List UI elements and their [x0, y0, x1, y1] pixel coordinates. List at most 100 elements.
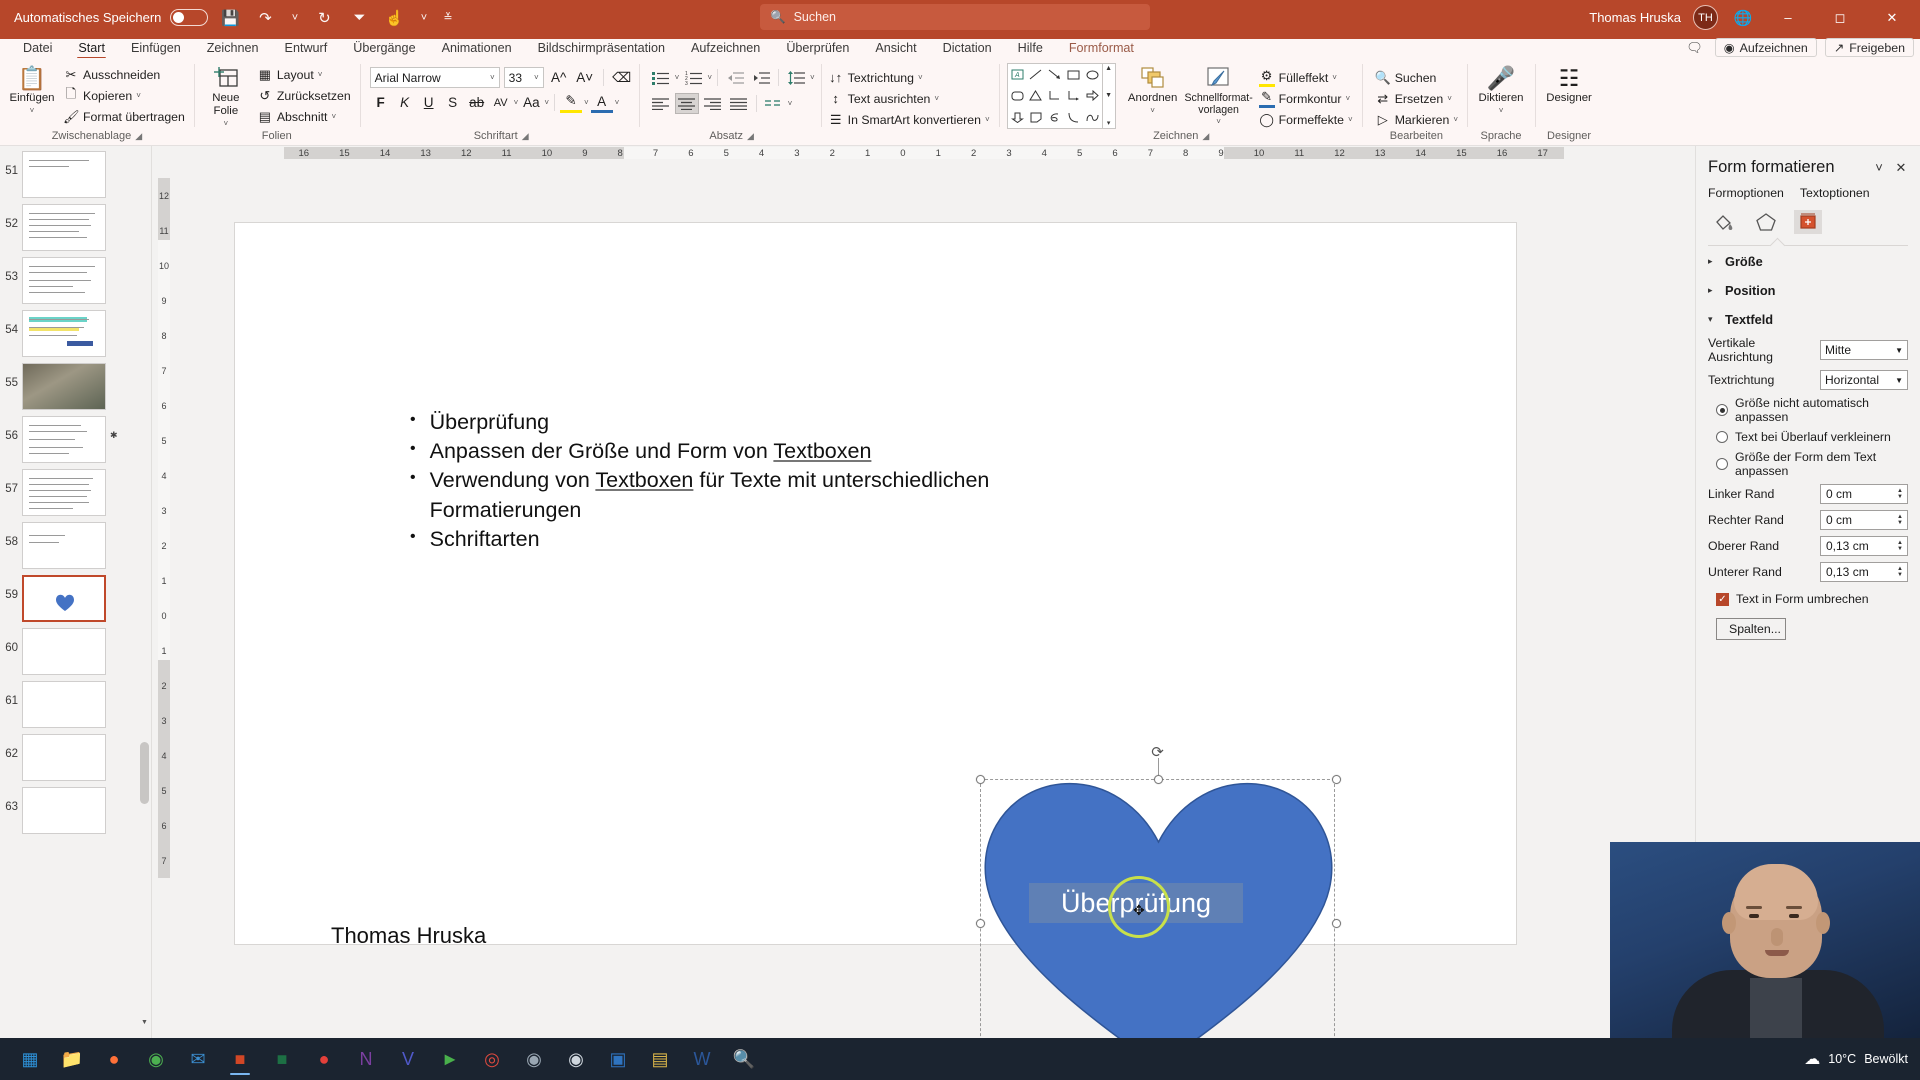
word-icon[interactable]: W	[684, 1042, 720, 1076]
weather-widget[interactable]: ☁ 10°C Bewölkt	[1804, 1049, 1908, 1069]
gallery-more-icon[interactable]: ▾	[1107, 119, 1111, 127]
touch-dropdown-icon[interactable]: ˅	[416, 6, 431, 30]
pane-section-textfeld[interactable]: ▾ Textfeld	[1696, 304, 1920, 333]
character-spacing-button[interactable]: AV	[490, 92, 512, 113]
text-direction-chevron-icon[interactable]: ˅	[918, 73, 923, 82]
shape-oval-icon[interactable]	[1083, 64, 1102, 85]
autosave-toggle[interactable]	[170, 9, 209, 26]
slide-thumbnail-pane[interactable]: 51 52 53 54 55 56 ✱ 57 58 59 60 61 62 63 ▼	[0, 146, 152, 1054]
paragraph-dialog-launcher-icon[interactable]: ◢	[747, 131, 754, 141]
pane-section-groesse[interactable]: ▸ Größe	[1696, 246, 1920, 275]
columns-icon[interactable]	[762, 93, 786, 114]
text-direction-select[interactable]: Horizontal ▼	[1820, 370, 1908, 390]
radio-no-autofit-control[interactable]	[1716, 404, 1728, 416]
spinner-down-icon[interactable]: ▼	[1897, 494, 1903, 500]
slide-thumbnail[interactable]	[22, 522, 106, 569]
copy-button[interactable]: 🗋 Kopieren ˅	[60, 85, 188, 106]
resize-handle-middle-right[interactable]	[1332, 919, 1341, 928]
tab-dictation[interactable]: Dictation	[930, 39, 1005, 58]
rotate-handle-icon[interactable]: ⟳	[1150, 744, 1166, 761]
paste-chevron-icon[interactable]: ˅	[30, 106, 35, 115]
snagit-icon[interactable]: ◎	[474, 1042, 510, 1076]
shadow-button[interactable]: S	[442, 92, 464, 113]
tab-ansicht[interactable]: Ansicht	[862, 39, 929, 58]
start-slideshow-icon[interactable]: ⏷	[346, 6, 372, 30]
horizontal-ruler-bar[interactable]: 16 15 14 13 12 11 10 9 8 7 6 5 4 3 2 1 0 1 2 3 4 5 6 7 8 9 10 11 12 1…	[283, 147, 1564, 159]
slide-thumbnail-row[interactable]: 52	[0, 201, 151, 254]
record-button[interactable]: ◉ Aufzeichnen	[1714, 38, 1817, 57]
wrap-text-checkbox[interactable]: ✓	[1716, 592, 1729, 606]
bullets-chevron-icon[interactable]: ˅	[675, 73, 680, 82]
onenote-icon[interactable]: N	[348, 1042, 384, 1076]
shape-arrow-icon[interactable]	[1045, 64, 1064, 85]
tab-einfuegen[interactable]: Einfügen	[118, 39, 194, 58]
tab-bildschirmpraesentation[interactable]: Bildschirmpräsentation	[525, 39, 678, 58]
gallery-scroll-up-icon[interactable]: ▲	[1105, 65, 1112, 72]
shape-fill-chevron-icon[interactable]: ˅	[1332, 73, 1337, 82]
font-name-combo[interactable]: Arial Narrow ˅	[369, 67, 500, 88]
minimize-button[interactable]: –	[1768, 0, 1808, 35]
paste-button[interactable]: 📋 Einfügen ˅	[6, 61, 58, 115]
dictate-chevron-icon[interactable]: ˅	[1499, 106, 1504, 115]
align-left-icon[interactable]	[649, 93, 673, 114]
arrange-button[interactable]: Anordnen ˅	[1124, 61, 1182, 115]
replace-chevron-icon[interactable]: ˅	[1447, 94, 1452, 103]
shape-effects-chevron-icon[interactable]: ˅	[1348, 115, 1353, 124]
slide-canvas[interactable]: • Überprüfung • Anpassen der Größe und Form…	[234, 222, 1517, 1072]
numbering-icon[interactable]: 123	[681, 67, 705, 88]
vertical-alignment-select[interactable]: Mitte ▼	[1820, 340, 1908, 360]
quick-styles-chevron-icon[interactable]: ˅	[1216, 117, 1221, 126]
redo-icon[interactable]: ↻	[311, 6, 337, 30]
radio-shrink-text-control[interactable]	[1716, 431, 1728, 443]
tab-aufzeichnen[interactable]: Aufzeichnen	[678, 39, 773, 58]
pane-close-icon[interactable]: ✕	[1890, 160, 1912, 176]
pane-options-chevron-icon[interactable]: ˅	[1868, 160, 1890, 175]
layout-chevron-icon[interactable]: ˅	[318, 70, 323, 79]
shape-down-arrow-icon[interactable]	[1008, 107, 1027, 128]
shapes-gallery-scrollbar[interactable]: ▲ ▼ ▾	[1102, 63, 1116, 129]
font-color-icon[interactable]: A	[590, 92, 613, 113]
slide-thumbnail-row[interactable]: 56 ✱	[0, 413, 151, 466]
shape-scribble-icon[interactable]	[1045, 107, 1064, 128]
slide-thumbnail-row[interactable]: 58	[0, 519, 151, 572]
excel-icon[interactable]: ■	[264, 1042, 300, 1076]
wrap-text-row[interactable]: ✓ Text in Form umbrechen	[1696, 585, 1920, 609]
tab-animationen[interactable]: Animationen	[429, 39, 525, 58]
thumbnail-scrollbar[interactable]: ▼	[140, 152, 149, 1026]
quick-styles-button[interactable]: Schnellformat-vorlagen ˅	[1184, 61, 1254, 127]
font-size-combo[interactable]: 33 ˅	[503, 67, 544, 88]
tab-entwurf[interactable]: Entwurf	[272, 39, 341, 58]
slide-thumbnail-row[interactable]: 54	[0, 307, 151, 360]
thumbnail-scroll-track[interactable]	[140, 152, 149, 1014]
pane-tab-formoptionen[interactable]: Formoptionen	[1708, 186, 1784, 200]
slide-thumbnail[interactable]	[22, 628, 106, 675]
select-chevron-icon[interactable]: ˅	[1453, 115, 1458, 124]
smartart-chevron-icon[interactable]: ˅	[985, 115, 990, 124]
slide-thumbnail[interactable]	[22, 151, 106, 198]
decrease-indent-icon[interactable]	[723, 67, 747, 88]
bluej-icon[interactable]: ▣	[600, 1042, 636, 1076]
photos-icon[interactable]: ▤	[642, 1042, 678, 1076]
clear-formatting-icon[interactable]: ⌫	[611, 67, 633, 88]
numbering-chevron-icon[interactable]: ˅	[707, 73, 712, 82]
teams-icon[interactable]: V	[390, 1042, 426, 1076]
increase-font-size-icon[interactable]: A^	[548, 67, 570, 88]
tab-ueberpruefen[interactable]: Überprüfen	[773, 39, 862, 58]
tab-zeichnen[interactable]: Zeichnen	[194, 39, 272, 58]
spinner-arrows[interactable]: ▲ ▼	[1897, 514, 1905, 526]
shape-rounded-rect-icon[interactable]	[1008, 85, 1027, 106]
section-button[interactable]: ▤ Abschnitt ˅	[254, 106, 354, 127]
gallery-scroll-down-icon[interactable]: ▼	[1105, 92, 1112, 99]
author-text[interactable]: Thomas Hruska	[331, 923, 486, 949]
reset-button[interactable]: ↺ Zurücksetzen	[254, 85, 354, 106]
resize-handle-top-right[interactable]	[1332, 775, 1341, 784]
radio-resize-shape-control[interactable]	[1716, 458, 1728, 470]
justify-icon[interactable]	[727, 93, 751, 114]
slide-thumbnail[interactable]	[22, 310, 106, 357]
spinner-arrows[interactable]: ▲ ▼	[1897, 488, 1905, 500]
slide-thumbnail[interactable]	[22, 681, 106, 728]
browser-icon[interactable]: ◉	[516, 1042, 552, 1076]
decrease-font-size-icon[interactable]: A˅	[574, 67, 596, 88]
new-slide-chevron-icon[interactable]: ˅	[224, 119, 229, 128]
radio-resize-shape[interactable]: Größe der Form dem Text anpassen	[1696, 447, 1920, 481]
